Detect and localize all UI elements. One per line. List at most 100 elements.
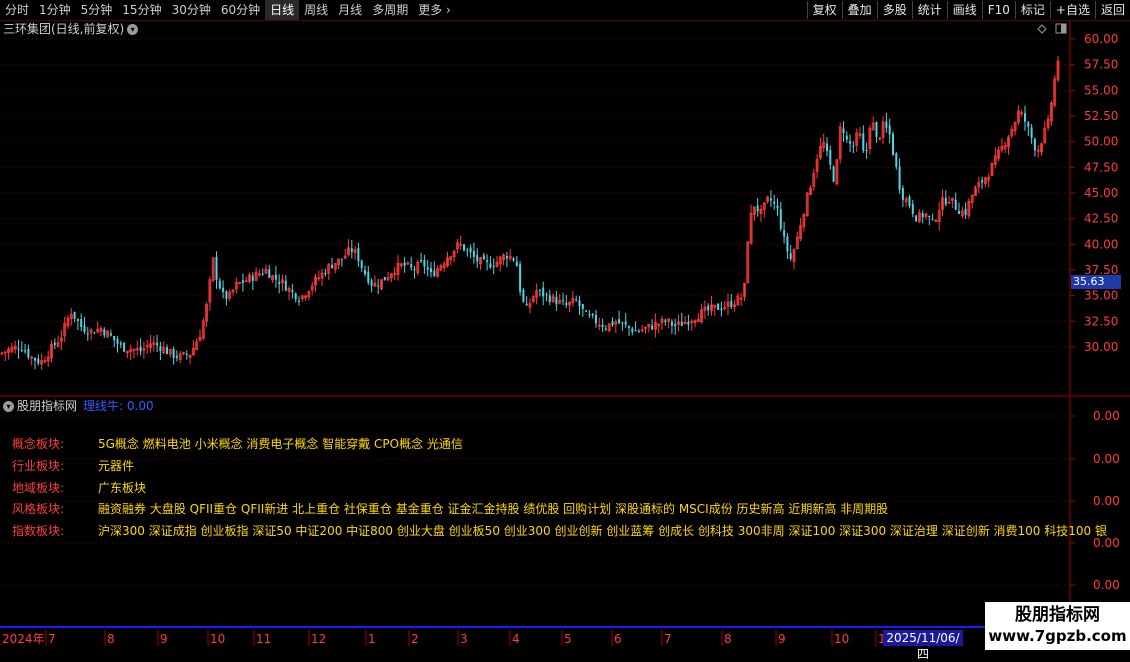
candle-body (829, 149, 832, 165)
candle-body (687, 321, 690, 325)
tab-period-3[interactable]: 15分钟 (117, 0, 166, 20)
toolbar-button-1[interactable]: 叠加 (841, 1, 877, 19)
candle-body (538, 289, 541, 291)
price-label: 55.00 (1084, 83, 1118, 97)
toolbar-button-4[interactable]: 画线 (946, 1, 982, 19)
tab-period-6[interactable]: 日线 (265, 0, 300, 20)
price-label: 40.00 (1084, 237, 1118, 251)
sector-label: 概念板块: (12, 437, 65, 451)
tab-period-5[interactable]: 60分钟 (216, 0, 265, 20)
price-label: 42.50 (1084, 212, 1118, 226)
candle-body (139, 346, 142, 352)
month-label: 5 (564, 632, 572, 646)
candle-body (1030, 127, 1033, 139)
toolbar-button-3[interactable]: 统计 (911, 1, 947, 19)
candle-body (964, 208, 967, 215)
candle-body (651, 325, 654, 330)
candle-body (1027, 122, 1030, 127)
candle-body (779, 209, 782, 229)
candle-body (674, 324, 677, 327)
candle-body (37, 358, 40, 364)
tab-period-7[interactable]: 周线 (299, 0, 333, 20)
candle-body (664, 320, 667, 322)
tab-period-0[interactable]: 分时 (0, 0, 34, 20)
window-icon-fill (1061, 24, 1066, 33)
candle-body (707, 305, 710, 311)
indicator-name: 股朋指标网 (17, 399, 78, 413)
candle-body (634, 330, 637, 332)
month-label: 11 (256, 632, 271, 646)
candle-body (852, 145, 855, 147)
toolbar-button-6[interactable]: 标记 (1014, 1, 1050, 19)
tab-period-10[interactable]: 更多 › (413, 0, 456, 20)
candle-body (981, 180, 984, 183)
month-label: 10 (210, 632, 225, 646)
candle-body (20, 350, 23, 352)
candle-body (360, 260, 363, 269)
candle-body (492, 265, 495, 267)
price-label: 45.00 (1084, 186, 1118, 200)
sector-row: 概念板块: 5G概念 燃料电池 小米概念 消费电子概念 智能穿戴 CPO概念 光通… (12, 436, 463, 452)
candle-body (218, 280, 221, 289)
month-label: 7 (664, 632, 672, 646)
month-label: 1 (368, 632, 376, 646)
candle-body (545, 294, 548, 296)
price-label: 47.50 (1084, 160, 1118, 174)
candle-body (278, 282, 281, 285)
tab-period-8[interactable]: 月线 (333, 0, 367, 20)
candle-body (159, 346, 162, 351)
price-label: 32.50 (1084, 314, 1118, 328)
candle-body (103, 329, 106, 336)
candle-body (548, 295, 551, 303)
candle-body (578, 300, 581, 307)
candle-body (1033, 138, 1036, 151)
tab-period-4[interactable]: 30分钟 (167, 0, 216, 20)
candle-body (357, 248, 360, 262)
tab-period-1[interactable]: 1分钟 (34, 0, 76, 20)
price-label: 60.00 (1084, 32, 1118, 46)
sector-label: 地域板块: (12, 481, 65, 495)
toolbar-button-2[interactable]: 多股 (876, 1, 912, 19)
chevron-down-icon[interactable]: ▾ (3, 401, 14, 412)
diamond-icon[interactable] (1037, 24, 1047, 34)
candle-body (862, 133, 865, 151)
kline-chart[interactable]: 60.0057.5055.0052.5050.0047.5045.0042.50… (0, 20, 1130, 650)
tab-period-9[interactable]: 多周期 (367, 0, 413, 20)
candle-body (717, 303, 720, 310)
candle-body (621, 322, 624, 324)
candle-body (331, 264, 333, 269)
sector-label: 风格板块: (12, 502, 65, 516)
toolbar-button-7[interactable]: +自选 (1049, 1, 1095, 19)
candle-body (588, 314, 591, 316)
candle-body (555, 297, 558, 305)
candle-body (958, 211, 960, 215)
toolbar-button-8[interactable]: 返回 (1094, 1, 1130, 19)
candle-body (93, 332, 96, 334)
candle-body (832, 166, 835, 182)
candle-body (489, 263, 492, 268)
candle-body (769, 198, 772, 201)
sector-value: 5G概念 燃料电池 小米概念 消费电子概念 智能穿戴 CPO概念 光通信 (98, 437, 463, 451)
toolbar-button-5[interactable]: F10 (981, 1, 1015, 19)
candle-body (241, 280, 244, 283)
month-label: 12 (311, 632, 326, 646)
month-label: 4 (512, 632, 520, 646)
price-label: 52.50 (1084, 109, 1118, 123)
tab-period-2[interactable]: 5分钟 (76, 0, 118, 20)
candle-body (291, 290, 294, 293)
current-price-tag: 35.63 (1071, 275, 1121, 289)
candle-body (680, 321, 683, 326)
candle-body (601, 324, 604, 328)
candle-body (892, 133, 894, 155)
candle-body (423, 260, 426, 267)
candle-body (826, 143, 828, 152)
watermark-url: www.7gpzb.com (988, 627, 1127, 645)
candle-body (901, 188, 904, 200)
candle-body (350, 248, 353, 252)
sector-row: 地域板块: 广东板块 (12, 480, 146, 496)
sector-row: 行业板块: 元器件 (12, 458, 134, 474)
candle-body (466, 249, 469, 251)
candle-body (928, 215, 931, 218)
toolbar-button-0[interactable]: 复权 (806, 1, 842, 19)
candle-body (80, 318, 83, 327)
